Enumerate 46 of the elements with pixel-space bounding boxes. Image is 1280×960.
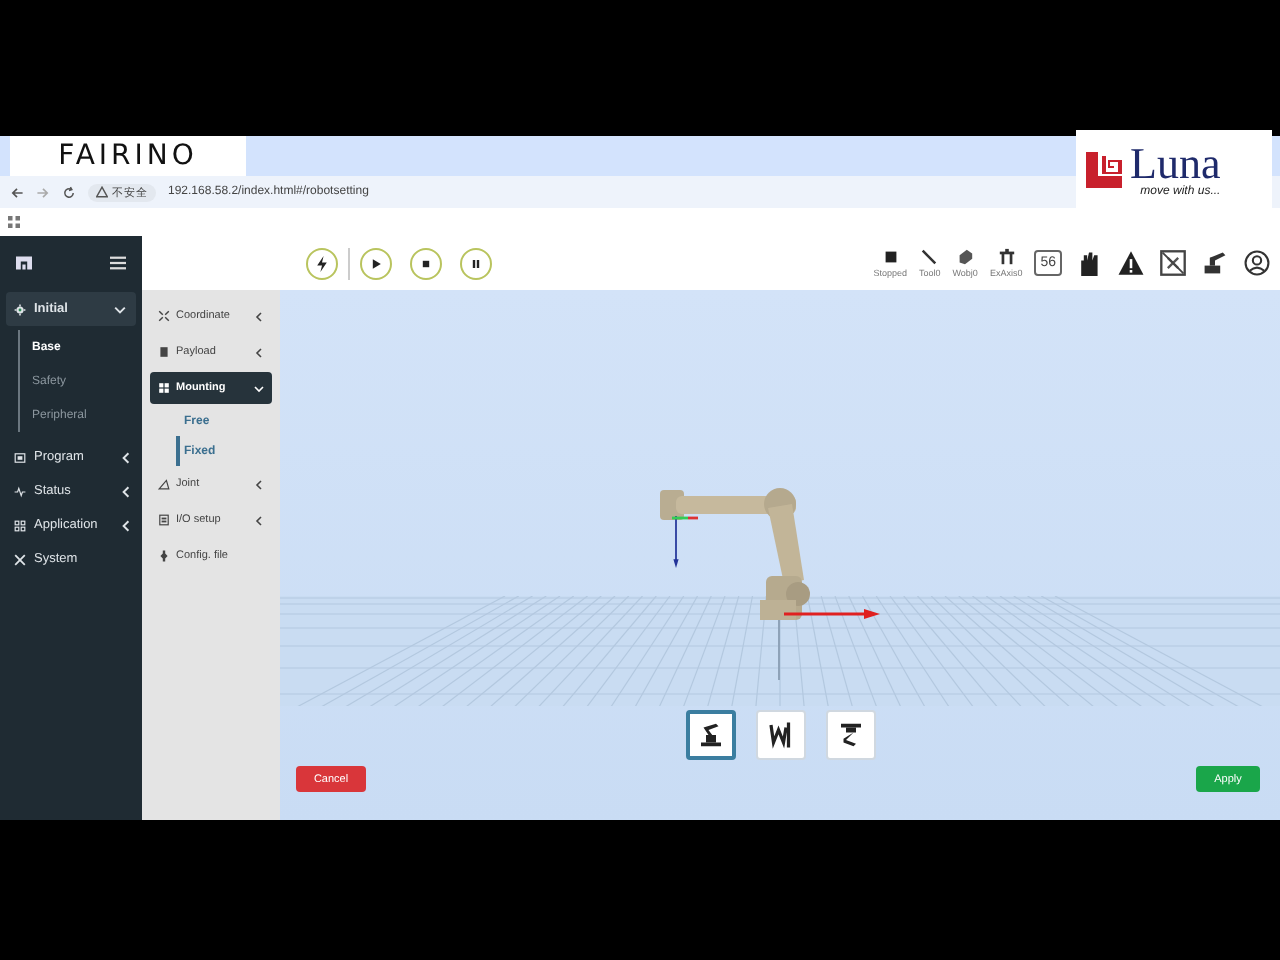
play-button[interactable] xyxy=(360,247,392,279)
apps-grid-icon[interactable] xyxy=(8,216,20,228)
pause-button[interactable] xyxy=(460,247,492,279)
app-logo-icon xyxy=(16,256,32,270)
ceiling-mount-icon xyxy=(835,719,865,749)
toolbar-button[interactable] xyxy=(1200,248,1230,278)
logo-name: Luna xyxy=(1130,141,1221,185)
program-icon xyxy=(14,451,26,463)
pause-icon xyxy=(468,255,484,271)
toolbar-button[interactable] xyxy=(1158,248,1188,278)
disabled-hand-icon xyxy=(1160,250,1186,276)
hand-icon xyxy=(1076,250,1102,276)
reload-icon[interactable] xyxy=(62,185,76,199)
grid-icon xyxy=(14,519,26,531)
mounting-icon xyxy=(158,382,170,394)
warning-icon xyxy=(96,186,108,198)
crosshair-icon xyxy=(158,310,170,322)
stop-icon xyxy=(418,255,434,271)
toolbar-button[interactable] xyxy=(1242,248,1272,278)
stop-button[interactable] xyxy=(410,247,442,279)
logo-mark-icon xyxy=(1084,149,1124,189)
y-axis-arrow xyxy=(672,514,704,522)
enable-button[interactable] xyxy=(306,247,338,279)
pulse-icon xyxy=(14,485,26,497)
toolbar-button[interactable] xyxy=(1116,248,1146,278)
user-icon xyxy=(1244,250,1270,276)
lightning-icon xyxy=(314,255,330,271)
brand-logo: FAIRINO xyxy=(10,136,246,176)
back-icon[interactable] xyxy=(10,185,24,199)
tools-icon xyxy=(14,553,26,565)
stop-status-icon xyxy=(881,248,900,266)
menu-icon[interactable] xyxy=(110,256,126,270)
weight-icon xyxy=(158,346,170,358)
floor-mount-icon xyxy=(695,719,725,749)
io-icon xyxy=(158,514,170,526)
file-icon xyxy=(158,550,170,562)
triangle-icon xyxy=(158,478,170,490)
gear-icon xyxy=(14,303,26,315)
wall-mount-icon xyxy=(765,719,795,749)
warning-icon xyxy=(1118,250,1144,276)
play-icon xyxy=(368,255,384,271)
z-axis-arrow xyxy=(672,516,680,568)
mount-option-button[interactable] xyxy=(685,709,735,759)
robot-icon xyxy=(1202,250,1228,276)
x-axis-arrow xyxy=(784,608,880,620)
rail-icon xyxy=(997,248,1016,266)
